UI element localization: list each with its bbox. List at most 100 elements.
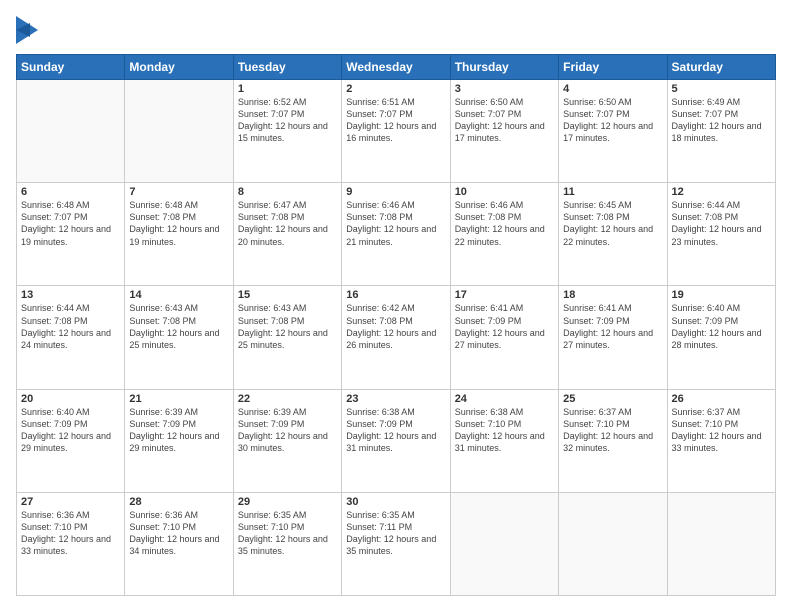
page: SundayMondayTuesdayWednesdayThursdayFrid… (0, 0, 792, 612)
day-number: 29 (238, 496, 337, 508)
day-number: 25 (563, 393, 662, 405)
day-number: 3 (455, 83, 554, 95)
calendar-cell: 25Sunrise: 6:37 AM Sunset: 7:10 PM Dayli… (559, 389, 667, 492)
day-info: Sunrise: 6:37 AM Sunset: 7:10 PM Dayligh… (563, 406, 662, 455)
calendar-cell: 23Sunrise: 6:38 AM Sunset: 7:09 PM Dayli… (342, 389, 450, 492)
calendar-cell (667, 492, 775, 595)
calendar-cell: 12Sunrise: 6:44 AM Sunset: 7:08 PM Dayli… (667, 183, 775, 286)
day-info: Sunrise: 6:43 AM Sunset: 7:08 PM Dayligh… (238, 302, 337, 351)
day-header-wednesday: Wednesday (342, 55, 450, 80)
day-number: 16 (346, 289, 445, 301)
day-info: Sunrise: 6:37 AM Sunset: 7:10 PM Dayligh… (672, 406, 771, 455)
day-info: Sunrise: 6:40 AM Sunset: 7:09 PM Dayligh… (672, 302, 771, 351)
day-info: Sunrise: 6:46 AM Sunset: 7:08 PM Dayligh… (455, 199, 554, 248)
day-number: 22 (238, 393, 337, 405)
day-header-saturday: Saturday (667, 55, 775, 80)
calendar-cell: 14Sunrise: 6:43 AM Sunset: 7:08 PM Dayli… (125, 286, 233, 389)
calendar-week-0: 1Sunrise: 6:52 AM Sunset: 7:07 PM Daylig… (17, 80, 776, 183)
calendar-cell: 6Sunrise: 6:48 AM Sunset: 7:07 PM Daylig… (17, 183, 125, 286)
day-number: 17 (455, 289, 554, 301)
calendar-cell (125, 80, 233, 183)
day-number: 30 (346, 496, 445, 508)
day-header-monday: Monday (125, 55, 233, 80)
day-header-thursday: Thursday (450, 55, 558, 80)
day-number: 26 (672, 393, 771, 405)
day-info: Sunrise: 6:50 AM Sunset: 7:07 PM Dayligh… (455, 96, 554, 145)
day-info: Sunrise: 6:47 AM Sunset: 7:08 PM Dayligh… (238, 199, 337, 248)
day-number: 9 (346, 186, 445, 198)
day-info: Sunrise: 6:38 AM Sunset: 7:10 PM Dayligh… (455, 406, 554, 455)
day-info: Sunrise: 6:38 AM Sunset: 7:09 PM Dayligh… (346, 406, 445, 455)
day-number: 14 (129, 289, 228, 301)
calendar-cell: 4Sunrise: 6:50 AM Sunset: 7:07 PM Daylig… (559, 80, 667, 183)
day-info: Sunrise: 6:48 AM Sunset: 7:07 PM Dayligh… (21, 199, 120, 248)
day-header-tuesday: Tuesday (233, 55, 341, 80)
day-number: 21 (129, 393, 228, 405)
day-number: 12 (672, 186, 771, 198)
day-info: Sunrise: 6:35 AM Sunset: 7:11 PM Dayligh… (346, 509, 445, 558)
calendar-week-1: 6Sunrise: 6:48 AM Sunset: 7:07 PM Daylig… (17, 183, 776, 286)
calendar-cell: 13Sunrise: 6:44 AM Sunset: 7:08 PM Dayli… (17, 286, 125, 389)
calendar-cell (17, 80, 125, 183)
day-number: 10 (455, 186, 554, 198)
calendar-week-3: 20Sunrise: 6:40 AM Sunset: 7:09 PM Dayli… (17, 389, 776, 492)
calendar-cell: 20Sunrise: 6:40 AM Sunset: 7:09 PM Dayli… (17, 389, 125, 492)
calendar-cell: 27Sunrise: 6:36 AM Sunset: 7:10 PM Dayli… (17, 492, 125, 595)
day-number: 6 (21, 186, 120, 198)
day-number: 18 (563, 289, 662, 301)
calendar-cell: 11Sunrise: 6:45 AM Sunset: 7:08 PM Dayli… (559, 183, 667, 286)
day-number: 28 (129, 496, 228, 508)
calendar-cell: 1Sunrise: 6:52 AM Sunset: 7:07 PM Daylig… (233, 80, 341, 183)
day-info: Sunrise: 6:44 AM Sunset: 7:08 PM Dayligh… (672, 199, 771, 248)
day-number: 8 (238, 186, 337, 198)
day-info: Sunrise: 6:43 AM Sunset: 7:08 PM Dayligh… (129, 302, 228, 351)
day-number: 23 (346, 393, 445, 405)
calendar-week-2: 13Sunrise: 6:44 AM Sunset: 7:08 PM Dayli… (17, 286, 776, 389)
day-info: Sunrise: 6:45 AM Sunset: 7:08 PM Dayligh… (563, 199, 662, 248)
calendar-cell: 29Sunrise: 6:35 AM Sunset: 7:10 PM Dayli… (233, 492, 341, 595)
day-info: Sunrise: 6:40 AM Sunset: 7:09 PM Dayligh… (21, 406, 120, 455)
day-number: 2 (346, 83, 445, 95)
logo (16, 16, 40, 44)
day-info: Sunrise: 6:36 AM Sunset: 7:10 PM Dayligh… (129, 509, 228, 558)
calendar-cell: 5Sunrise: 6:49 AM Sunset: 7:07 PM Daylig… (667, 80, 775, 183)
day-number: 7 (129, 186, 228, 198)
day-number: 15 (238, 289, 337, 301)
day-info: Sunrise: 6:46 AM Sunset: 7:08 PM Dayligh… (346, 199, 445, 248)
calendar-cell: 28Sunrise: 6:36 AM Sunset: 7:10 PM Dayli… (125, 492, 233, 595)
calendar-table: SundayMondayTuesdayWednesdayThursdayFrid… (16, 54, 776, 596)
day-info: Sunrise: 6:52 AM Sunset: 7:07 PM Dayligh… (238, 96, 337, 145)
calendar-cell: 7Sunrise: 6:48 AM Sunset: 7:08 PM Daylig… (125, 183, 233, 286)
day-number: 24 (455, 393, 554, 405)
calendar-cell: 24Sunrise: 6:38 AM Sunset: 7:10 PM Dayli… (450, 389, 558, 492)
calendar-cell: 22Sunrise: 6:39 AM Sunset: 7:09 PM Dayli… (233, 389, 341, 492)
day-info: Sunrise: 6:35 AM Sunset: 7:10 PM Dayligh… (238, 509, 337, 558)
calendar-cell: 18Sunrise: 6:41 AM Sunset: 7:09 PM Dayli… (559, 286, 667, 389)
calendar-cell: 15Sunrise: 6:43 AM Sunset: 7:08 PM Dayli… (233, 286, 341, 389)
calendar-cell (450, 492, 558, 595)
day-number: 19 (672, 289, 771, 301)
day-header-friday: Friday (559, 55, 667, 80)
calendar-cell: 30Sunrise: 6:35 AM Sunset: 7:11 PM Dayli… (342, 492, 450, 595)
calendar-header-row: SundayMondayTuesdayWednesdayThursdayFrid… (17, 55, 776, 80)
calendar-cell: 9Sunrise: 6:46 AM Sunset: 7:08 PM Daylig… (342, 183, 450, 286)
day-info: Sunrise: 6:51 AM Sunset: 7:07 PM Dayligh… (346, 96, 445, 145)
day-number: 13 (21, 289, 120, 301)
header (16, 16, 776, 44)
logo-icon (16, 16, 38, 44)
calendar-cell (559, 492, 667, 595)
day-info: Sunrise: 6:39 AM Sunset: 7:09 PM Dayligh… (238, 406, 337, 455)
calendar-cell: 8Sunrise: 6:47 AM Sunset: 7:08 PM Daylig… (233, 183, 341, 286)
day-info: Sunrise: 6:41 AM Sunset: 7:09 PM Dayligh… (563, 302, 662, 351)
calendar-cell: 2Sunrise: 6:51 AM Sunset: 7:07 PM Daylig… (342, 80, 450, 183)
day-info: Sunrise: 6:42 AM Sunset: 7:08 PM Dayligh… (346, 302, 445, 351)
calendar-cell: 3Sunrise: 6:50 AM Sunset: 7:07 PM Daylig… (450, 80, 558, 183)
day-info: Sunrise: 6:44 AM Sunset: 7:08 PM Dayligh… (21, 302, 120, 351)
day-info: Sunrise: 6:41 AM Sunset: 7:09 PM Dayligh… (455, 302, 554, 351)
day-number: 27 (21, 496, 120, 508)
day-info: Sunrise: 6:50 AM Sunset: 7:07 PM Dayligh… (563, 96, 662, 145)
day-number: 20 (21, 393, 120, 405)
calendar-cell: 10Sunrise: 6:46 AM Sunset: 7:08 PM Dayli… (450, 183, 558, 286)
day-info: Sunrise: 6:36 AM Sunset: 7:10 PM Dayligh… (21, 509, 120, 558)
day-number: 11 (563, 186, 662, 198)
